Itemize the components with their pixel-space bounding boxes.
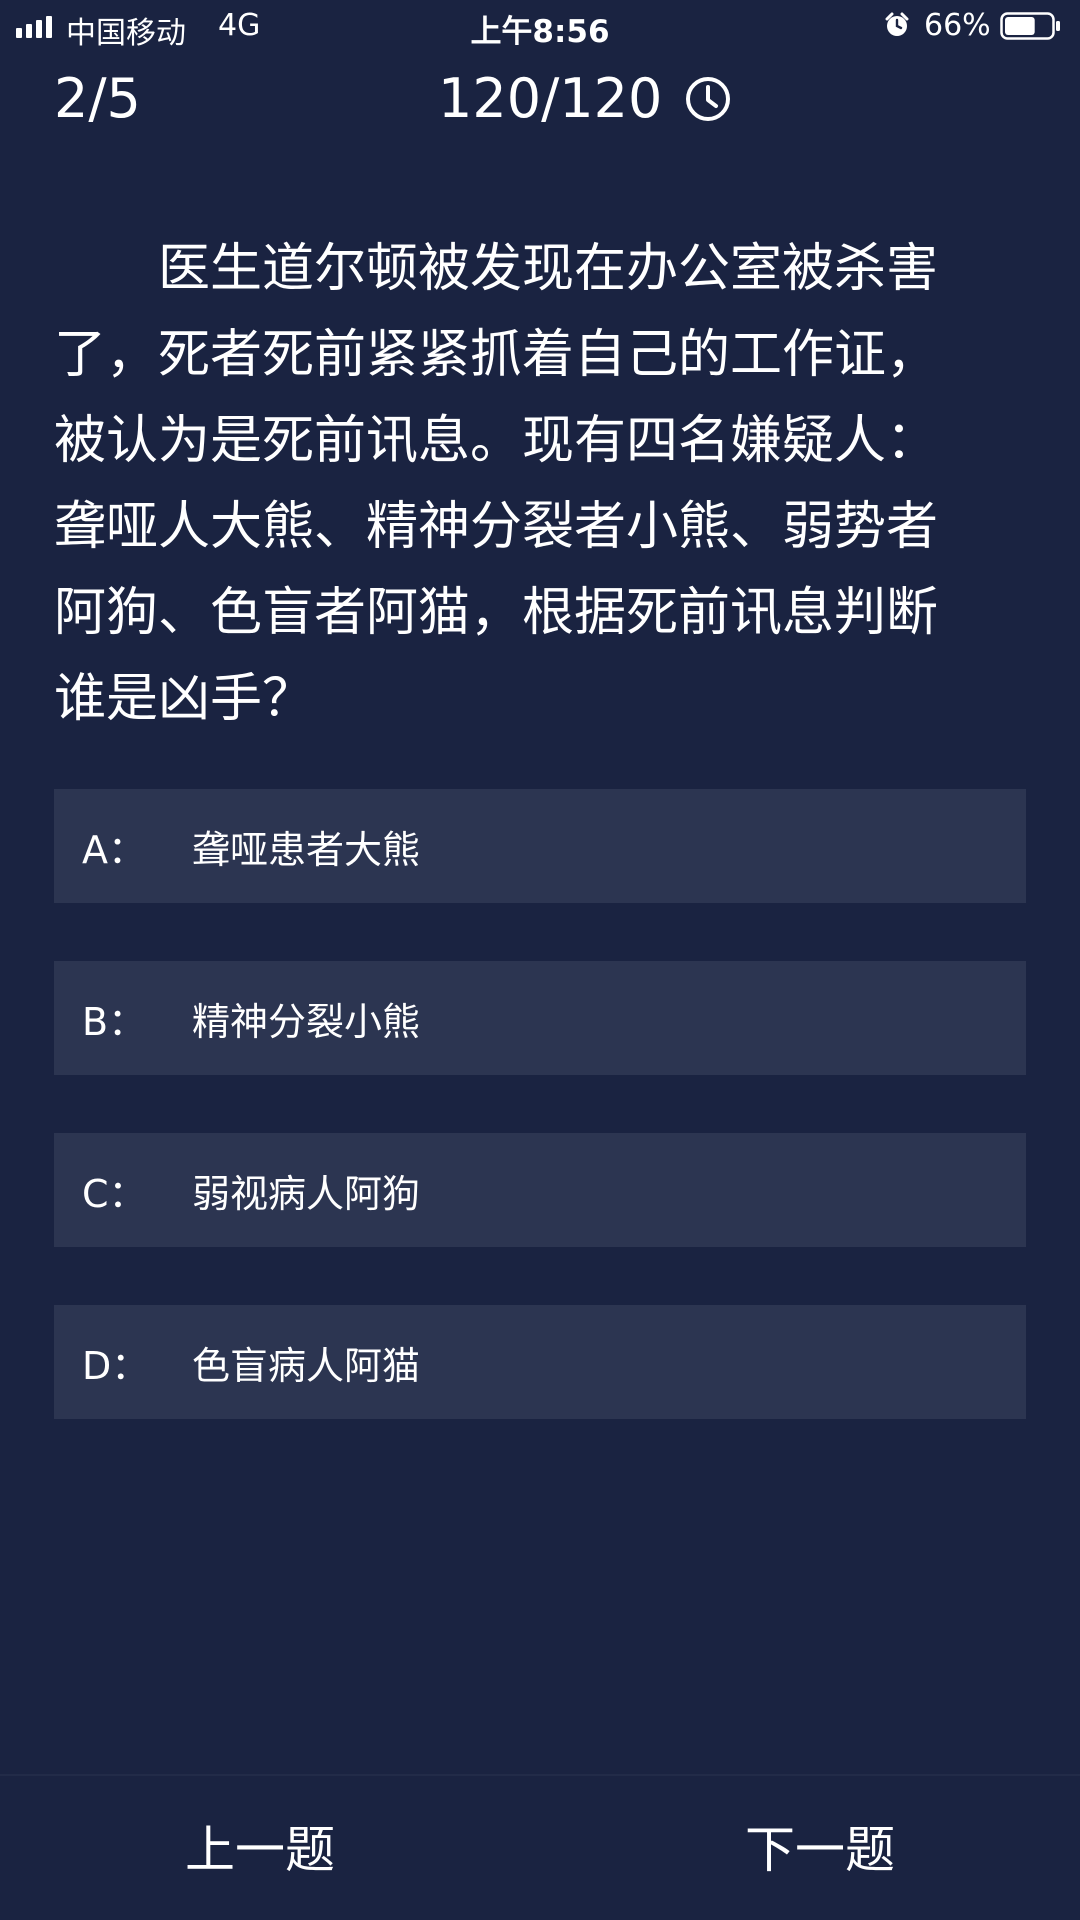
timer-text: 120/120: [438, 67, 663, 130]
option-d[interactable]: D： 色盲病人阿猫: [54, 1305, 1026, 1419]
option-text: 弱视病人阿狗: [192, 1171, 421, 1216]
option-text: 聋哑患者大熊: [192, 827, 421, 872]
countdown-timer: 120/120: [438, 68, 732, 130]
option-text: 精神分裂小熊: [192, 999, 421, 1044]
status-bar: 中国移动 4G 上午8:56 66%: [0, 0, 1080, 52]
bottom-divider: [0, 1774, 1080, 1776]
option-b[interactable]: B： 精神分裂小熊: [54, 961, 1026, 1075]
next-question-button[interactable]: 下一题: [670, 1810, 970, 1890]
option-letter: C：: [82, 1171, 147, 1216]
option-letter: D：: [82, 1343, 150, 1388]
battery-icon: [1000, 12, 1060, 40]
option-c[interactable]: C： 弱视病人阿狗: [54, 1133, 1026, 1247]
previous-question-button[interactable]: 上一题: [110, 1810, 410, 1890]
question-text: 医生道尔顿被发现在办公室被杀害了，死者死前紧紧抓着自己的工作证，被认为是死前讯息…: [54, 239, 939, 729]
option-letter: B：: [82, 999, 147, 1044]
status-time: 上午8:56: [470, 14, 610, 50]
alarm-icon: [885, 12, 909, 36]
battery-percent: 66%: [924, 8, 991, 43]
option-text: 色盲病人阿猫: [192, 1343, 421, 1388]
clock-icon: [686, 77, 731, 121]
question-progress: 2/5: [54, 67, 141, 130]
option-letter: A：: [82, 827, 146, 872]
option-a[interactable]: A： 聋哑患者大熊: [54, 789, 1026, 903]
